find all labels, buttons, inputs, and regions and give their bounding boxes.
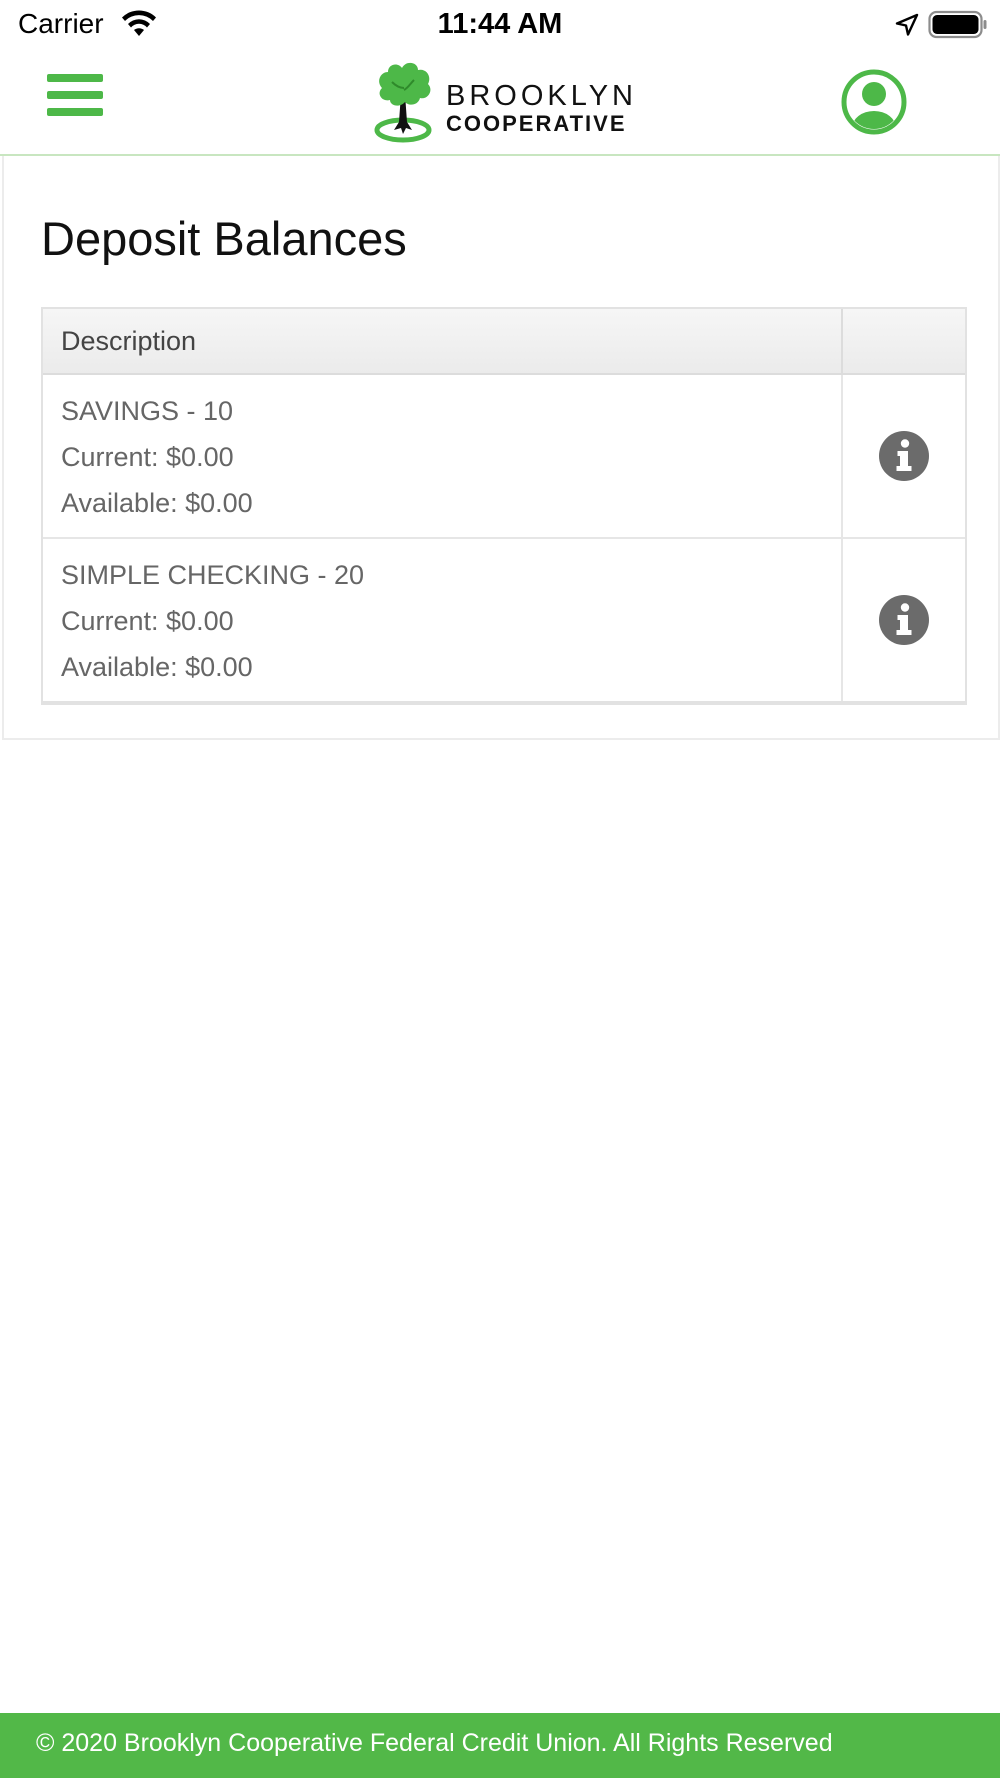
page-title: Deposit Balances (41, 212, 407, 265)
table-header: Description (43, 309, 965, 375)
account-description: SAVINGS - 10 Current: $0.00 Available: $… (43, 375, 843, 537)
user-profile-icon[interactable] (840, 68, 908, 136)
logo-text-cooperative: COOPERATIVE (446, 111, 627, 136)
balances-table: Description SAVINGS - 10 Current: $0.00 … (41, 307, 967, 705)
footer: © 2020 Brooklyn Cooperative Federal Cred… (0, 1713, 1000, 1778)
deposit-balances-card: Deposit Balances Description SAVINGS - 1… (2, 156, 1000, 740)
info-icon[interactable] (878, 594, 930, 646)
column-header-description: Description (43, 309, 843, 373)
column-header-actions (843, 309, 965, 373)
battery-icon (928, 10, 987, 39)
account-actions (843, 375, 965, 537)
table-row[interactable]: SIMPLE CHECKING - 20 Current: $0.00 Avai… (43, 539, 965, 701)
info-icon[interactable] (878, 430, 930, 482)
available-balance: Available: $0.00 (61, 488, 253, 518)
hamburger-menu-icon[interactable] (40, 68, 110, 128)
current-balance: Current: $0.00 (61, 442, 234, 472)
table-row[interactable]: SAVINGS - 10 Current: $0.00 Available: $… (43, 375, 965, 539)
brooklyn-cooperative-logo: BROOKLYN COOPERATIVE (372, 58, 633, 148)
tree-logo-icon (374, 62, 432, 143)
account-name: SAVINGS - 10 (61, 396, 234, 426)
account-name: SIMPLE CHECKING - 20 (61, 560, 365, 590)
logo-text-brooklyn: BROOKLYN (446, 80, 638, 112)
status-bar: Carrier 11:44 AM (0, 0, 1000, 50)
available-balance: Available: $0.00 (61, 652, 253, 682)
location-arrow-icon (895, 13, 919, 36)
current-balance: Current: $0.00 (61, 606, 234, 636)
app-header: BROOKLYN COOPERATIVE (0, 50, 1000, 156)
account-actions (843, 539, 965, 701)
status-time: 11:44 AM (437, 8, 563, 40)
account-description: SIMPLE CHECKING - 20 Current: $0.00 Avai… (43, 539, 843, 701)
